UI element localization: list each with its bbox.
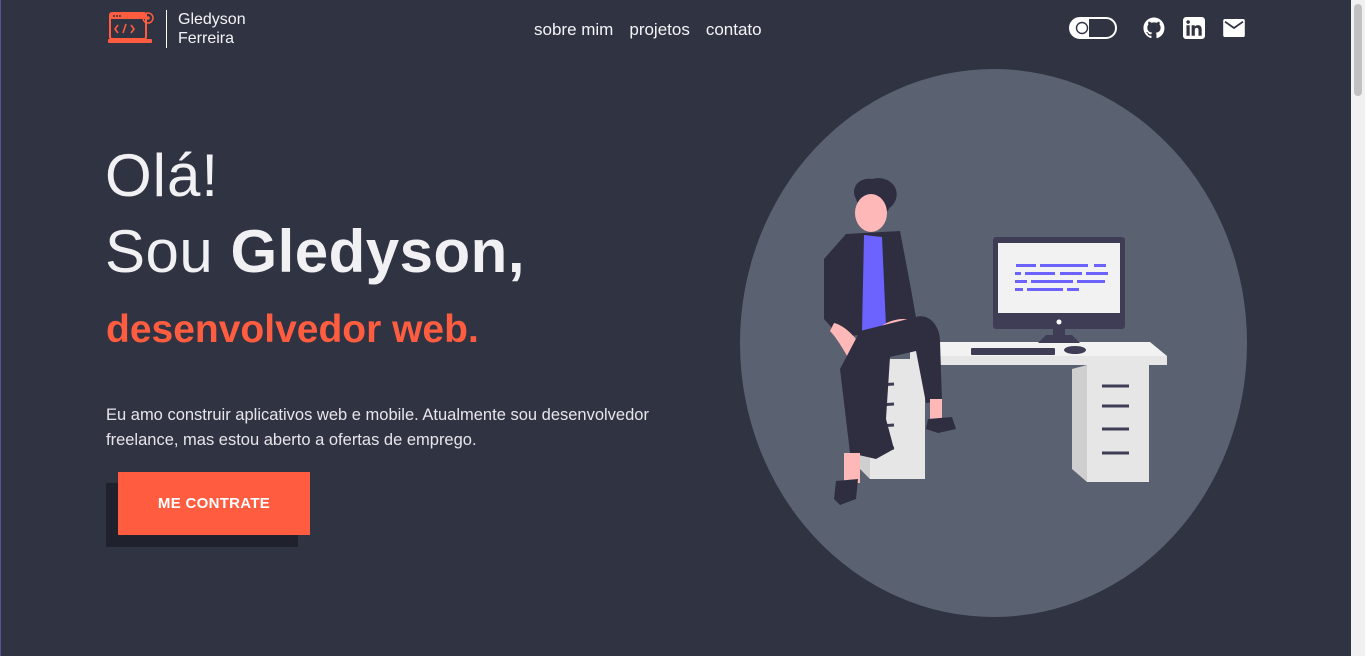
page-scrollbar[interactable] [1351, 0, 1365, 656]
linkedin-icon[interactable] [1183, 17, 1205, 39]
scrollbar-thumb[interactable] [1354, 4, 1362, 96]
nav-link-projetos[interactable]: projetos [629, 20, 689, 40]
page: Gledyson Ferreira sobre mim projetos con… [0, 0, 1351, 656]
hero-name: Gledyson, [230, 218, 526, 285]
main-nav: sobre mim projetos contato [534, 20, 762, 40]
nav-link-contato[interactable]: contato [706, 20, 762, 40]
theme-toggle-icon [1075, 21, 1089, 35]
name-line-1: Gledyson [178, 11, 246, 28]
site-owner-name: Gledyson Ferreira [178, 10, 246, 48]
theme-toggle[interactable] [1069, 17, 1117, 39]
mouse [1064, 346, 1086, 354]
logo-divider [166, 10, 167, 48]
nav-link-sobre-mim[interactable]: sobre mim [534, 20, 613, 40]
developer-laptop-icon [108, 12, 154, 43]
name-line-2: Ferreira [178, 30, 235, 47]
developer-at-desk-illustration [740, 69, 1247, 617]
hero-greeting: Olá! [105, 142, 220, 209]
hire-me-button[interactable]: ME CONTRATE [118, 472, 310, 535]
header-actions [1069, 17, 1263, 39]
hero-intro-prefix: Sou [105, 218, 231, 285]
keyboard [971, 348, 1055, 355]
toggle-track [1089, 19, 1115, 37]
github-icon[interactable] [1143, 17, 1165, 39]
logo[interactable]: Gledyson Ferreira [108, 10, 246, 48]
hero-description: Eu amo construir aplicativos web e mobil… [106, 405, 649, 449]
hero-intro: Sou Gledyson, [105, 216, 525, 288]
mail-icon[interactable] [1223, 19, 1245, 37]
hero-role: desenvolvedor web. [106, 308, 479, 351]
